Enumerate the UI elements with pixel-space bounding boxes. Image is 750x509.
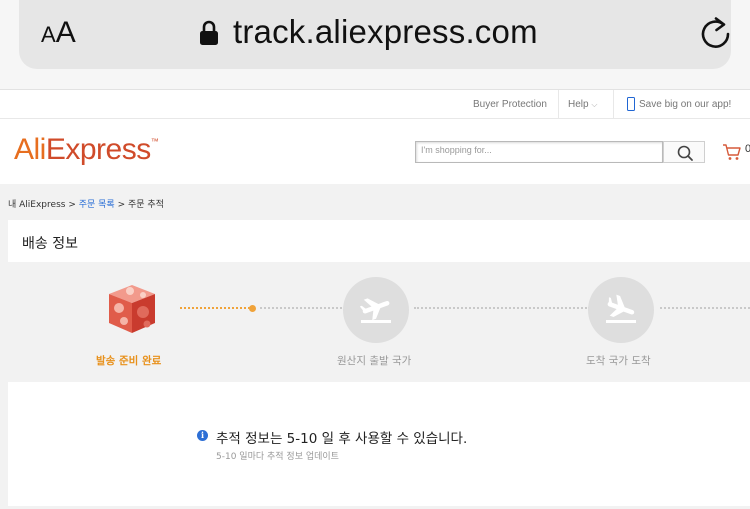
progress-current-dot (249, 305, 256, 312)
tracking-info-message: 추적 정보는 5-10 일 후 사용할 수 있습니다. (216, 431, 468, 447)
progress-connector (660, 307, 750, 309)
text-size-small-label: A (41, 22, 56, 47)
phone-icon (627, 97, 635, 111)
plane-landing-icon (606, 294, 636, 323)
progress-connector-complete (180, 307, 250, 309)
step-arrival-circle (588, 277, 654, 343)
tracking-info-area: i 추적 정보는 5-10 일 후 사용할 수 있습니다. 5-10 일마다 추… (8, 382, 750, 506)
text-size-large-label: A (55, 16, 76, 49)
shipping-info-card: 배송 정보 발송 준비 완료 원산지 출발 국가 도착 국가 도착 i 추적 정… (8, 220, 750, 506)
search-input[interactable]: I'm shopping for... (415, 141, 663, 163)
help-menu[interactable]: Help ⌵ (568, 90, 597, 119)
progress-connector (414, 307, 590, 309)
text-size-button[interactable]: AA (41, 16, 76, 50)
buyer-protection-link[interactable]: Buyer Protection (473, 90, 547, 119)
app-promo-link[interactable]: Save big on our app! (639, 90, 731, 119)
step-label-departure: 원산지 출발 국가 (337, 355, 412, 367)
url-text: track.aliexpress.com (233, 13, 538, 50)
info-icon: i (197, 430, 208, 441)
reload-icon[interactable] (696, 14, 736, 54)
chevron-down-icon: ⌵ (591, 100, 598, 109)
section-title: 배송 정보 (22, 236, 78, 252)
step-label-ready-to-ship: 발송 준비 완료 (96, 355, 162, 367)
breadcrumb-orders[interactable]: 주문 목록 (79, 200, 115, 210)
site-top-nav: Buyer Protection Help ⌵ Save big on our … (0, 90, 750, 119)
step-label-arrival: 도착 국가 도착 (586, 355, 651, 367)
package-icon (109, 285, 155, 333)
aliexpress-logo[interactable]: AliExpress™ (14, 133, 159, 167)
search-button[interactable] (663, 141, 705, 163)
breadcrumb-separator: > (114, 200, 128, 210)
tracking-info-subtext: 5-10 일마다 추적 정보 업데이트 (216, 452, 339, 462)
tracking-progress: 발송 준비 완료 원산지 출발 국가 도착 국가 도착 (8, 262, 750, 382)
plane-takeoff-icon (359, 298, 391, 323)
help-label: Help (568, 99, 589, 110)
logo-express: Express (45, 133, 151, 166)
logo-ali: Ali (14, 133, 46, 166)
browser-address-bar: AA track.aliexpress.com (0, 0, 750, 90)
logo-trademark: ™ (150, 137, 159, 146)
cart-icon[interactable] (722, 143, 742, 161)
breadcrumb-separator: > (65, 200, 79, 210)
site-header: AliExpress™ I'm shopping for... 0 (0, 119, 750, 184)
lock-icon (200, 20, 218, 45)
nav-divider (613, 90, 614, 119)
breadcrumb: 내 AliExpress > 주문 목록 > 주문 추적 (8, 197, 164, 210)
progress-connector (260, 307, 346, 309)
cart-count: 0 (745, 143, 750, 155)
url-field[interactable]: AA track.aliexpress.com (19, 0, 731, 69)
search-icon (677, 145, 693, 161)
nav-divider (558, 90, 559, 119)
breadcrumb-current: 주문 추적 (127, 200, 164, 210)
step-departure-circle (343, 277, 409, 343)
breadcrumb-home[interactable]: 내 AliExpress (8, 200, 65, 210)
